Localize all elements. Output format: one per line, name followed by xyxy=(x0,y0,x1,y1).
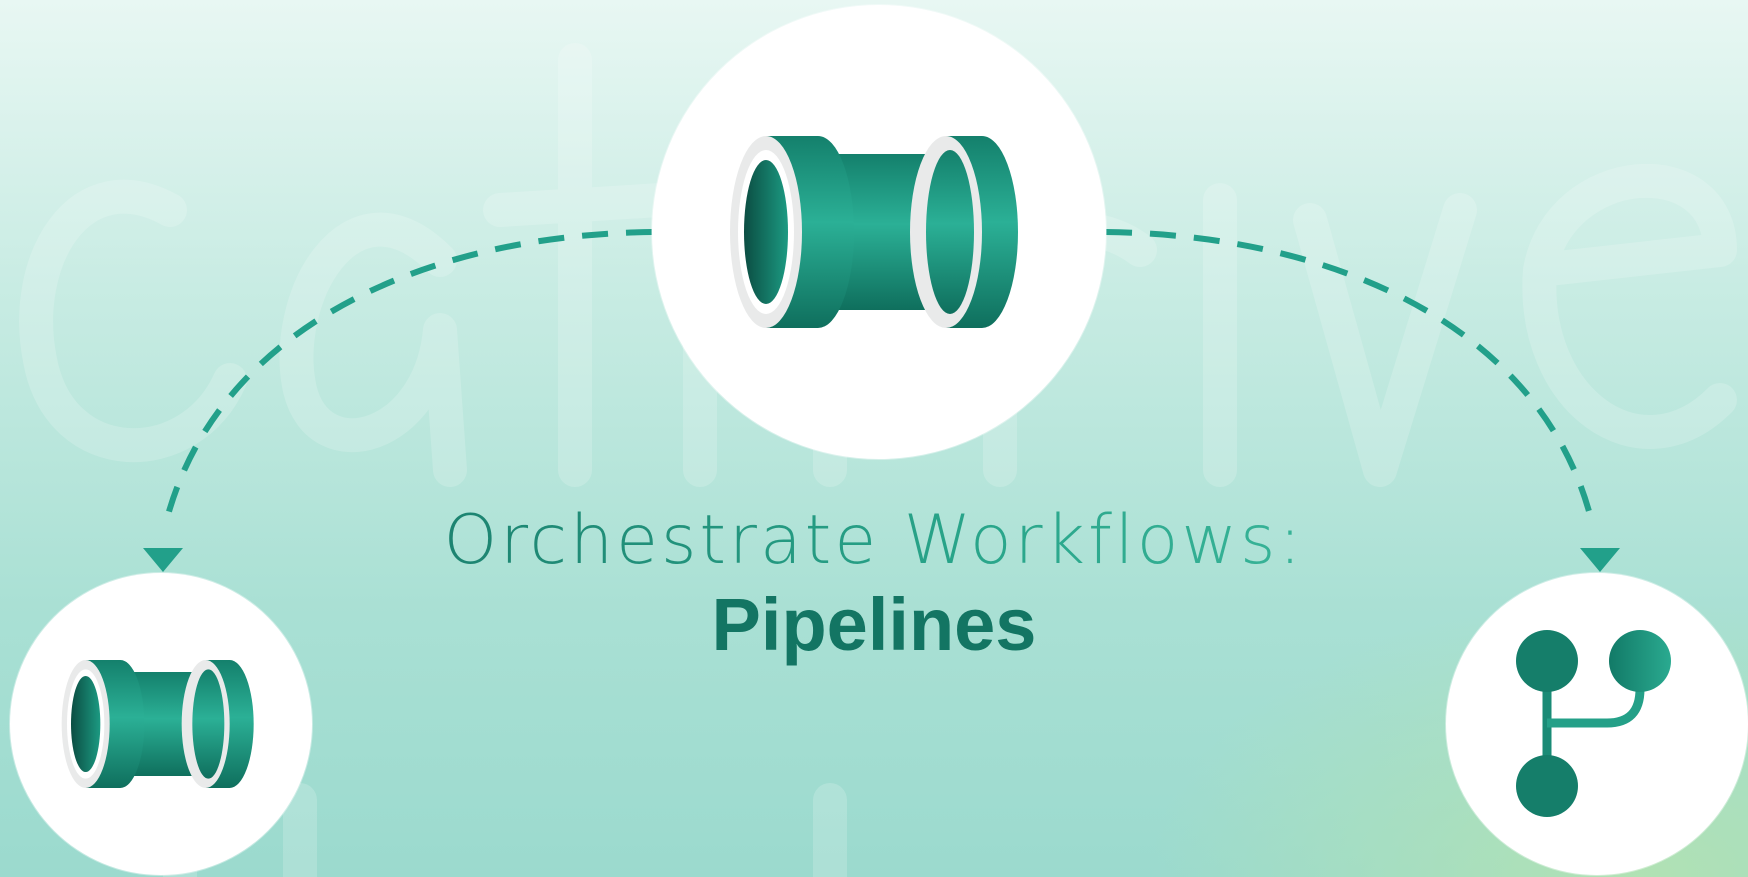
pipe-circle-top xyxy=(652,5,1106,459)
headline-subtitle: Pipelines xyxy=(711,583,1037,666)
branch-circle-right xyxy=(1446,573,1748,875)
pipe-circle-left xyxy=(10,573,312,875)
headline-title: Orchestrate Workflows: xyxy=(374,498,1374,584)
connector-arc-right xyxy=(1105,229,1593,516)
arrowhead-right xyxy=(1580,548,1620,572)
connector-arc-left xyxy=(165,229,653,516)
pipe-icon xyxy=(61,660,254,788)
branch-icon xyxy=(1516,630,1671,817)
headline: Orchestrate Workflows: Pipelines xyxy=(374,498,1374,670)
pipe-icon xyxy=(730,136,1018,328)
arrowhead-left xyxy=(143,548,183,572)
pipelines-banner: Orchestrate Workflows: Pipelines xyxy=(0,0,1748,877)
